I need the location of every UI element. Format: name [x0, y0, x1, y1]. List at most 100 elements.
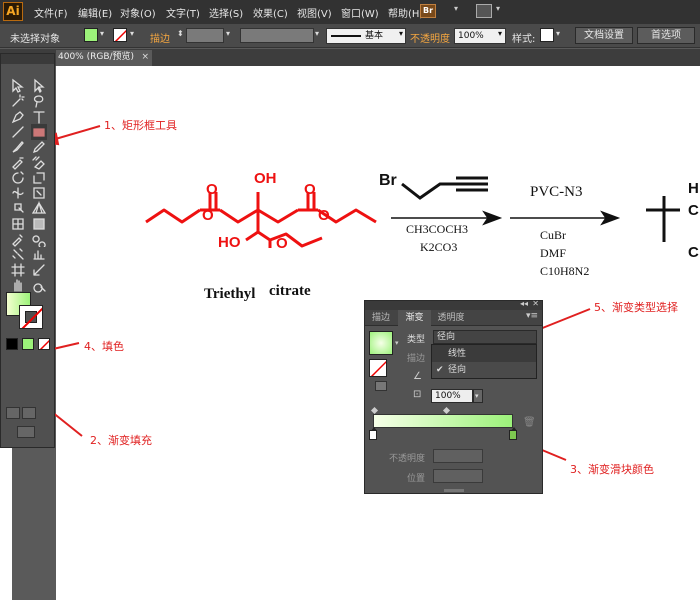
slice-tool-icon[interactable]	[31, 262, 47, 278]
type-tool-icon[interactable]	[31, 109, 47, 125]
hand-tool-icon[interactable]	[10, 277, 26, 293]
paintbrush-tool-icon[interactable]	[10, 139, 26, 155]
chevron-down-icon[interactable]: ▾	[454, 4, 458, 13]
color-mode-button[interactable]	[6, 338, 18, 350]
panel-menu-icon[interactable]: ▾≡	[526, 311, 538, 321]
close-icon[interactable]: ×	[141, 50, 149, 65]
menu-object[interactable]: 对象(O)	[120, 5, 156, 20]
aspect-ratio-field[interactable]: 100%	[431, 389, 473, 403]
tools-panel-header[interactable]	[1, 54, 54, 64]
bridge-icon[interactable]: Br	[420, 4, 436, 18]
rotate-tool-icon[interactable]	[10, 170, 26, 186]
gradient-slider[interactable]	[373, 414, 513, 428]
trash-icon[interactable]: 🗑	[523, 417, 536, 428]
graphic-style-swatch[interactable]	[540, 28, 554, 42]
preferences-button[interactable]: 首选项	[637, 27, 695, 44]
eyedropper-tool-icon[interactable]	[10, 231, 26, 247]
step2-reagent: PVC-N3	[530, 184, 583, 200]
blob-brush-tool-icon[interactable]	[10, 155, 26, 171]
draw-mode-icon[interactable]	[6, 407, 20, 419]
menu-edit[interactable]: 编辑(E)	[78, 5, 112, 20]
aspect-ratio-icon: ⊡	[413, 389, 422, 400]
direct-selection-tool-icon[interactable]	[31, 78, 47, 94]
chevron-down-icon[interactable]: ▾	[100, 29, 104, 38]
rectangle-tool-icon[interactable]	[31, 123, 47, 140]
none-mode-button[interactable]	[38, 338, 50, 350]
menu-effect[interactable]: 效果(C)	[253, 5, 288, 20]
chevron-down-icon[interactable]: ▾	[556, 29, 560, 38]
brush-definition-field[interactable]: 基本	[326, 28, 406, 44]
product-atom-label: H	[688, 180, 699, 197]
warp-tool-icon[interactable]	[10, 185, 26, 201]
opacity-label[interactable]: 不透明度	[410, 30, 450, 45]
gradient-stop-start[interactable]	[369, 427, 377, 440]
draw-behind-icon[interactable]	[22, 407, 36, 419]
pencil-tool-icon[interactable]	[31, 139, 47, 155]
reverse-gradient-icon[interactable]	[375, 381, 387, 391]
opacity-field	[433, 449, 483, 463]
eraser-tool-icon[interactable]	[31, 155, 47, 171]
annotation-fill: 4、填色	[84, 340, 124, 353]
tab-stroke[interactable]: 描边	[365, 310, 397, 326]
chevron-down-icon[interactable]: ▾	[130, 29, 134, 38]
stroke-label[interactable]: 描边	[150, 30, 170, 45]
step2-catalyst: CuBr	[540, 228, 567, 242]
gradient-preview[interactable]	[369, 331, 393, 355]
magic-wand-tool-icon[interactable]	[10, 93, 26, 109]
pen-tool-icon[interactable]	[10, 109, 26, 125]
zoom-tool-icon[interactable]	[31, 277, 47, 293]
selection-tool-icon[interactable]	[10, 78, 26, 94]
menu-file[interactable]: 文件(F)	[34, 5, 68, 20]
chevron-down-icon[interactable]: ▾	[498, 29, 502, 38]
artboard-tool-icon[interactable]	[10, 262, 26, 278]
menu-type[interactable]: 文字(T)	[166, 5, 200, 20]
document-setup-button[interactable]: 文档设置	[575, 27, 633, 44]
hydroxyl-label-bottom: HO	[218, 234, 241, 251]
stroke-stepper-icon[interactable]: ⬍	[177, 29, 184, 38]
option-linear[interactable]: 线性	[432, 346, 536, 362]
free-transform-tool-icon[interactable]	[31, 185, 47, 201]
tab-gradient[interactable]: 渐变	[398, 310, 431, 326]
fill-color-swatch[interactable]	[84, 28, 98, 42]
gradient-panel: ◂◂ ✕ 描边 渐变 透明度 ▾≡ ▾ 类型 径向 描边 ∠ ⊡ 100% ▾ …	[364, 299, 543, 494]
document-tab-title: 400% (RGB/预览)	[58, 52, 135, 62]
mesh-tool-icon[interactable]	[10, 216, 26, 232]
column-graph-tool-icon[interactable]	[31, 246, 47, 262]
perspective-grid-tool-icon[interactable]	[31, 200, 47, 216]
close-icon[interactable]: ✕	[532, 299, 539, 308]
gradient-type-select[interactable]: 径向	[433, 330, 537, 344]
option-radial[interactable]: ✔ 径向	[432, 362, 536, 378]
resize-grip[interactable]	[444, 489, 464, 492]
chevron-down-icon[interactable]: ▾	[315, 29, 319, 38]
menu-window[interactable]: 窗口(W)	[341, 5, 379, 20]
shape-builder-tool-icon[interactable]	[10, 200, 26, 216]
stroke-weight-field[interactable]	[186, 28, 224, 43]
style-label: 样式:	[512, 34, 536, 45]
chevron-down-icon[interactable]: ▾	[473, 389, 483, 403]
variable-width-field[interactable]	[240, 28, 314, 43]
gradient-mode-button[interactable]	[22, 338, 34, 350]
blend-tool-icon[interactable]	[31, 231, 47, 247]
scale-tool-icon[interactable]	[31, 170, 47, 186]
gradient-stop-end[interactable]	[509, 427, 517, 440]
line-tool-icon[interactable]	[10, 124, 26, 140]
menu-view[interactable]: 视图(V)	[297, 5, 332, 20]
chevron-down-icon[interactable]: ▾	[399, 29, 403, 38]
document-tab[interactable]: 400% (RGB/预览) ×	[56, 50, 152, 66]
tab-transparency[interactable]: 透明度	[431, 310, 471, 326]
screen-mode-icon[interactable]	[17, 426, 35, 438]
chevron-down-icon[interactable]: ▾	[496, 4, 500, 13]
collapse-icon[interactable]: ◂◂	[520, 299, 528, 308]
chevron-down-icon[interactable]: ▾	[395, 339, 399, 347]
stroke-color-swatch[interactable]	[113, 28, 127, 42]
menu-help[interactable]: 帮助(H)	[388, 5, 423, 20]
stroke-swatch[interactable]	[19, 305, 43, 329]
gradient-tool-icon[interactable]	[31, 216, 47, 232]
panel-header[interactable]: ◂◂ ✕	[365, 299, 542, 310]
menu-select[interactable]: 选择(S)	[209, 5, 243, 20]
fill-stroke-icon[interactable]	[369, 359, 387, 377]
lasso-tool-icon[interactable]	[31, 93, 47, 109]
arrange-documents-icon[interactable]	[476, 4, 492, 18]
symbol-sprayer-tool-icon[interactable]	[10, 246, 26, 262]
chevron-down-icon[interactable]: ▾	[226, 29, 230, 38]
